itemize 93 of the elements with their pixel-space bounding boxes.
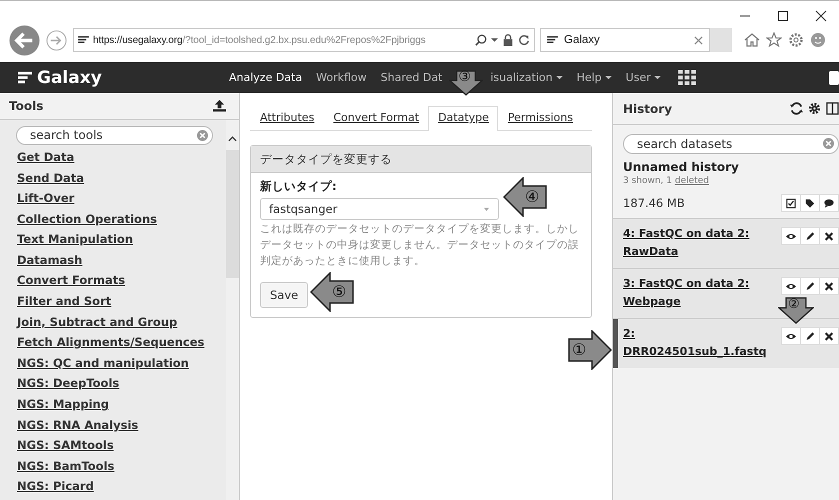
delete-icon[interactable]: [819, 327, 839, 345]
tool-section-link[interactable]: Lift-Over: [17, 191, 226, 212]
brand-title[interactable]: Galaxy: [37, 68, 102, 88]
nav-link[interactable]: Help: [570, 62, 619, 93]
page-icon: [78, 36, 89, 44]
search-field[interactable]: search datasets: [623, 134, 839, 154]
smiley-icon[interactable]: [810, 32, 826, 48]
caret-icon[interactable]: [491, 37, 498, 43]
upload-icon[interactable]: [213, 99, 226, 112]
callout-number: ⑤: [332, 282, 346, 302]
history-summary: 3 shown, 1 deleted: [622, 176, 710, 186]
type-select[interactable]: fastqsanger: [260, 198, 499, 220]
dataset-title[interactable]: 2: DRR024501sub_1.fastq: [613, 319, 773, 368]
dataset-title[interactable]: 3: FastQC on data 2: Webpage: [613, 269, 773, 318]
logo-icon: [18, 71, 32, 84]
edit-icon[interactable]: [800, 327, 820, 345]
tool-section-link[interactable]: Collection Operations: [17, 212, 226, 232]
tool-section-link[interactable]: NGS: Mapping: [17, 397, 226, 418]
scrollbar[interactable]: [226, 120, 239, 500]
clear-icon[interactable]: [823, 138, 834, 149]
history-size: 187.46 MB: [623, 196, 685, 210]
tab[interactable]: Permissions: [498, 106, 582, 130]
callout-arrow: [778, 297, 814, 324]
caret-icon: [483, 206, 490, 212]
maximize-icon[interactable]: [777, 10, 789, 22]
nav-link[interactable]: Workflow: [309, 62, 374, 93]
callout-arrow: [310, 272, 354, 312]
columns-icon[interactable]: [826, 102, 839, 115]
nav-link[interactable]: isualization: [483, 62, 570, 93]
tool-section-link[interactable]: Send Data: [17, 170, 226, 192]
tool-section-link[interactable]: NGS: QC and manipulation: [17, 356, 226, 376]
tags-icon[interactable]: [800, 194, 820, 212]
nav-link[interactable]: Analyze Data: [222, 62, 310, 93]
clear-icon[interactable]: [197, 130, 208, 141]
panel-title: Tools: [9, 98, 44, 113]
tab[interactable]: Datatype: [428, 106, 498, 131]
nav-link[interactable]: Shared Dat: [374, 62, 450, 93]
callout-number: ①: [572, 340, 586, 360]
deleted-link[interactable]: deleted: [674, 176, 709, 186]
scrollbar-thumb[interactable]: [226, 150, 239, 278]
tool-section-link[interactable]: NGS: DeepTools: [17, 376, 226, 398]
tool-section-link[interactable]: Filter and Sort: [17, 294, 226, 315]
tool-section-link[interactable]: NGS: RNA Analysis: [17, 418, 226, 438]
edit-icon[interactable]: [800, 227, 820, 245]
back-button[interactable]: [9, 24, 40, 56]
delete-icon[interactable]: [819, 227, 839, 245]
close-icon[interactable]: [815, 10, 827, 22]
masthead-button[interactable]: [829, 70, 839, 84]
callout-number: ④: [525, 187, 540, 207]
tab[interactable]: Attributes: [250, 106, 324, 130]
panel-title: History: [623, 102, 672, 116]
nav-link[interactable]: User: [618, 62, 668, 93]
save-button[interactable]: Save: [260, 282, 308, 308]
lock-icon: [502, 34, 514, 46]
callout-arrow: [503, 177, 547, 217]
browser-tab[interactable]: Galaxy: [540, 28, 710, 52]
delete-icon[interactable]: [819, 277, 839, 295]
url-text: https://usegalaxy.org/?tool_id=toolshed.g2.bx.psu.edu%2Frepos%2Fpjbriggs: [93, 34, 427, 46]
refresh-icon[interactable]: [790, 102, 803, 115]
tool-section-link[interactable]: Convert Formats: [17, 273, 226, 294]
scroll-up-icon[interactable]: [228, 136, 237, 142]
field-label: 新しいタイプ:: [260, 179, 338, 194]
eye-icon[interactable]: [781, 327, 801, 345]
page-icon: [547, 36, 558, 44]
search-field[interactable]: search tools: [16, 126, 213, 145]
tool-section-link[interactable]: Join, Subtract and Group: [17, 314, 226, 336]
tool-section-link[interactable]: NGS: Picard: [17, 479, 226, 500]
tab[interactable]: Convert Format: [323, 106, 428, 130]
help-text: これは既存のデータセットのデータタイプを変更します。しかしデータセットの中身は変更しません。データセットのタイプの誤判定があったときに使用します。: [260, 222, 580, 269]
callout-number: ③: [458, 68, 471, 86]
address-bar[interactable]: https://usegalaxy.org/?tool_id=toolshed.g2.bx.psu.edu%2Frepos%2Fpjbriggs: [73, 28, 535, 52]
callout-number: ②: [788, 297, 800, 313]
refresh-icon[interactable]: [518, 34, 530, 46]
tool-section-link[interactable]: NGS: SAMtools: [17, 438, 226, 459]
apps-grid-icon[interactable]: [678, 70, 697, 85]
edit-icon[interactable]: [800, 277, 820, 295]
checkbox-icon[interactable]: [781, 194, 801, 212]
tool-section-link[interactable]: Text Manipulation: [17, 232, 226, 253]
dataset-title[interactable]: 4: FastQC on data 2: RawData: [613, 219, 773, 268]
callout-arrow: [568, 330, 612, 370]
panel-header: データタイプを変更する: [251, 146, 591, 173]
tool-section-link[interactable]: NGS: BamTools: [17, 458, 226, 480]
tool-section-link[interactable]: Datamash: [17, 252, 226, 274]
eye-icon[interactable]: [781, 277, 801, 295]
star-icon[interactable]: [766, 32, 782, 48]
search-icon[interactable]: [475, 34, 487, 46]
tool-section-link[interactable]: Fetch Alignments/Sequences: [17, 335, 226, 356]
comment-icon[interactable]: [819, 194, 839, 212]
tool-section-link[interactable]: Get Data: [17, 150, 226, 170]
home-icon[interactable]: [744, 32, 760, 48]
eye-icon[interactable]: [781, 227, 801, 245]
settings-icon[interactable]: [808, 102, 821, 115]
history-name[interactable]: Unnamed history: [613, 160, 839, 174]
